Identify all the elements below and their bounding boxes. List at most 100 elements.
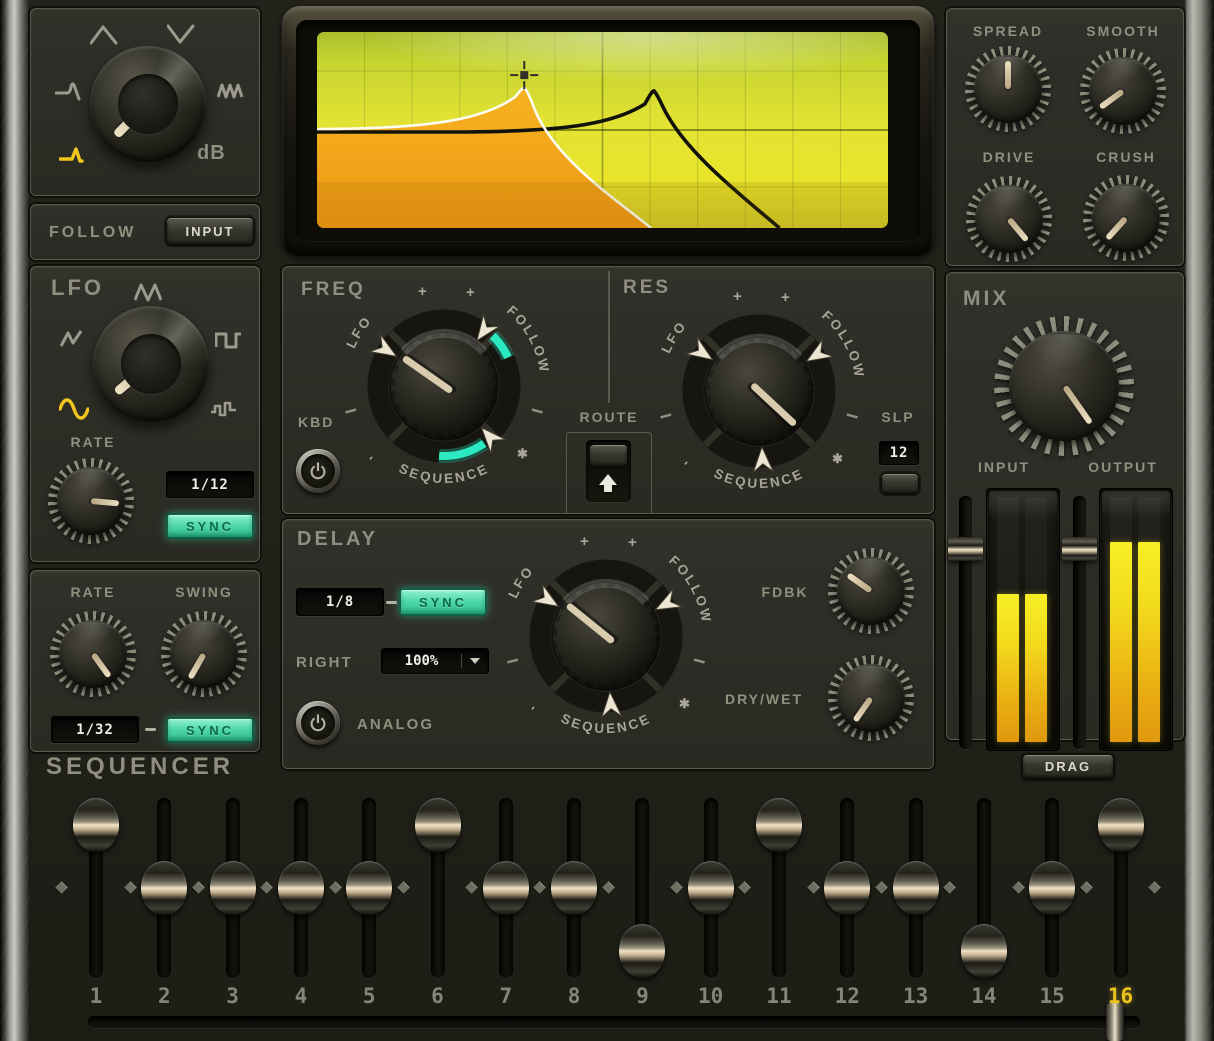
svg-text:-: - xyxy=(678,456,692,469)
kbd-label: KBD xyxy=(298,414,334,430)
drywet-knob[interactable] xyxy=(828,655,914,741)
output-fader-track[interactable] xyxy=(1073,496,1086,749)
sequencer-step-handle[interactable] xyxy=(1029,861,1075,915)
delay-right-dropdown[interactable]: 100% xyxy=(381,648,489,674)
knob-pointer xyxy=(846,573,872,594)
sequencer-step-number: 16 xyxy=(1098,984,1144,1008)
freq-knob[interactable]: + + - ✱ LFO FOLLOW SEQUENCE xyxy=(334,276,554,496)
sequencer-step-handle[interactable] xyxy=(893,861,939,915)
knob-pointer xyxy=(113,98,154,139)
triangle-wave-icon xyxy=(134,280,162,304)
sequencer-step-handle[interactable] xyxy=(961,924,1007,978)
filter-display-screen[interactable] xyxy=(317,32,888,228)
ramp-wave-icon xyxy=(60,327,84,351)
sequencer-step-handle[interactable] xyxy=(278,861,324,915)
sequencer-step-handle[interactable] xyxy=(346,861,392,915)
mix-knob[interactable] xyxy=(994,316,1134,456)
route-up-arrow-icon xyxy=(599,474,617,485)
sequencer-step-number: 3 xyxy=(210,984,256,1008)
sequencer-step-number: 2 xyxy=(141,984,187,1008)
fx-panel: SPREAD SMOOTH DRIVE CRUSH xyxy=(946,8,1184,266)
svg-text:SEQUENCE: SEQUENCE xyxy=(559,711,654,737)
seq-rate-value-display[interactable]: 1/32 xyxy=(51,716,139,743)
sequencer-step: 1 xyxy=(73,790,119,1040)
sequencer-step-handle[interactable] xyxy=(1098,798,1144,852)
freq-res-panel: FREQ RES xyxy=(282,266,934,514)
sequencer-step-handle[interactable] xyxy=(73,798,119,852)
sample-hold-icon xyxy=(210,397,238,421)
delay-mod-knob[interactable]: + + - ✱ LFO FOLLOW SEQUENCE xyxy=(496,526,716,746)
input-fader-handle[interactable] xyxy=(948,537,983,561)
sequencer-step-handle[interactable] xyxy=(483,861,529,915)
smooth-knob[interactable] xyxy=(1080,48,1166,134)
sequencer-step-number: 12 xyxy=(824,984,870,1008)
sequencer-step-handle[interactable] xyxy=(551,861,597,915)
sequencer-step-number: 7 xyxy=(483,984,529,1008)
sequencer-step: 4 xyxy=(278,790,324,1040)
sequencer-step: 5 xyxy=(346,790,392,1040)
slp-value-display[interactable]: 12 xyxy=(879,441,919,465)
mix-title: MIX xyxy=(963,287,1009,311)
spread-knob[interactable] xyxy=(965,46,1051,132)
output-fader-handle[interactable] xyxy=(1062,537,1097,561)
filter-type-selector-knob[interactable] xyxy=(90,46,206,162)
drive-knob[interactable] xyxy=(966,176,1052,262)
sequencer-area: 1 2 3 4 5 6 7 8 xyxy=(30,790,1186,1041)
route-label: ROUTE xyxy=(571,409,647,425)
knob-pointer xyxy=(1099,89,1125,110)
sequencer-step: 11 xyxy=(756,790,802,1040)
kbd-power-button[interactable] xyxy=(296,449,340,493)
sequencer-step-handle[interactable] xyxy=(688,861,734,915)
panel-divider xyxy=(608,271,610,403)
lfo-wave-selector-knob[interactable] xyxy=(93,306,209,422)
sequencer-step: 8 xyxy=(551,790,597,1040)
follow-input-button[interactable]: INPUT xyxy=(166,217,254,245)
fdbk-knob[interactable] xyxy=(828,548,914,634)
chevron-down-icon xyxy=(470,658,480,664)
step-separator-diamond xyxy=(124,881,137,894)
spread-label: SPREAD xyxy=(958,23,1058,39)
knob-pointer xyxy=(187,653,206,680)
delay-time-display[interactable]: 1/8 xyxy=(296,588,384,616)
input-fader-track[interactable] xyxy=(959,496,972,749)
route-toggle[interactable] xyxy=(586,440,631,502)
sequencer-step: 15 xyxy=(1029,790,1075,1040)
analog-power-button[interactable] xyxy=(296,701,340,745)
drag-button[interactable]: DRAG xyxy=(1022,754,1114,779)
sequencer-step-handle[interactable] xyxy=(619,924,665,978)
knob-pointer xyxy=(853,696,874,722)
sequencer-step: 10 xyxy=(688,790,734,1040)
sequencer-step-handle[interactable] xyxy=(141,861,187,915)
drywet-label: DRY/WET xyxy=(708,691,820,707)
crush-knob[interactable] xyxy=(1083,175,1169,261)
sequencer-step-number: 1 xyxy=(73,984,119,1008)
knob-pointer xyxy=(113,358,156,396)
lfo-rate-value-display[interactable]: 1/12 xyxy=(166,471,254,498)
lfo-rate-knob[interactable] xyxy=(48,458,134,544)
delay-sync-button[interactable]: SYNC xyxy=(399,588,487,616)
sequencer-step-handle[interactable] xyxy=(415,798,461,852)
sequencer-step-handle[interactable] xyxy=(756,798,802,852)
seq-rate-knob[interactable] xyxy=(50,611,136,697)
sequencer-title: SEQUENCER xyxy=(46,753,234,781)
lfo-sync-button[interactable]: SYNC xyxy=(166,513,254,539)
res-knob[interactable]: + + - ✱ LFO FOLLOW SEQUENCE xyxy=(649,281,869,501)
sequencer-step-handle[interactable] xyxy=(824,861,870,915)
svg-text:SEQUENCE: SEQUENCE xyxy=(712,466,807,492)
sequencer-step: 6 xyxy=(415,790,461,1040)
route-toggle-button[interactable] xyxy=(589,444,628,467)
knob-pointer xyxy=(1005,61,1011,89)
step-separator-diamond xyxy=(397,881,410,894)
sequencer-step: 14 xyxy=(961,790,1007,1040)
sequencer-step-number: 4 xyxy=(278,984,324,1008)
slp-label: SLP xyxy=(868,409,928,425)
seq-sync-button[interactable]: SYNC xyxy=(166,717,254,743)
slp-button[interactable] xyxy=(881,473,919,494)
seq-swing-knob[interactable] xyxy=(161,611,247,697)
knob-pointer xyxy=(91,498,119,506)
crush-label: CRUSH xyxy=(1076,149,1176,165)
sequencer-step-handle[interactable] xyxy=(210,861,256,915)
sequencer-step-number: 15 xyxy=(1029,984,1075,1008)
plugin-window: dB FOLLOW INPUT xyxy=(0,0,1214,1041)
smooth-label: SMOOTH xyxy=(1073,23,1173,39)
